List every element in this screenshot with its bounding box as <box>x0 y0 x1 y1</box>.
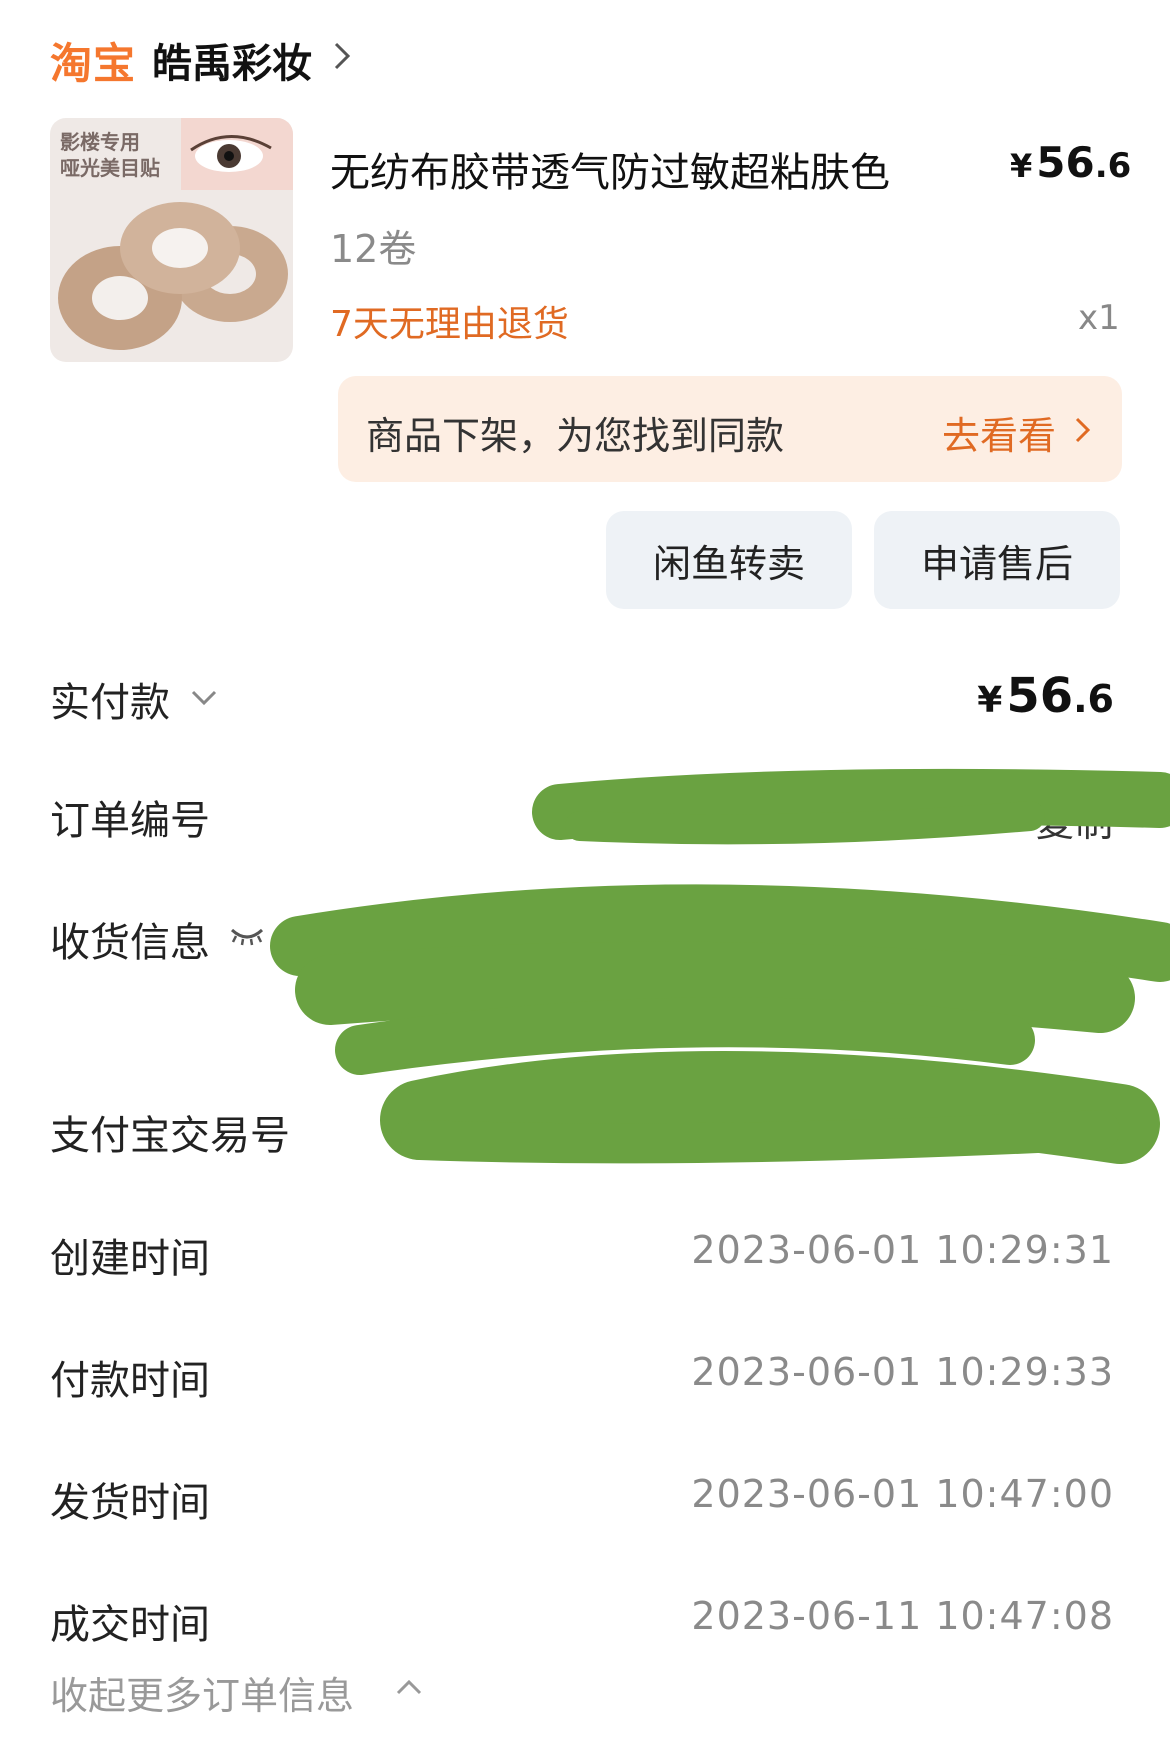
product-spec: 12卷 <box>330 227 417 271</box>
price-dec: .6 <box>1094 146 1132 186</box>
created-time-value: 2023-06-01 10:29:31 <box>691 1228 1114 1272</box>
refund-policy-badge: 7天无理由退货 <box>330 304 569 345</box>
product-price: ¥56.6 <box>1010 138 1131 187</box>
price-int: 56 <box>1036 138 1095 187</box>
notice-text: 商品下架，为您找到同款 <box>366 414 785 458</box>
tape-rolls <box>58 202 288 350</box>
chevron-down-icon[interactable] <box>188 686 220 710</box>
image-tag-line1: 影楼专用 <box>60 130 140 154</box>
deal-time-label: 成交时间 <box>50 1602 210 1648</box>
eye-closed-icon[interactable] <box>228 924 266 948</box>
after-sale-button[interactable]: 申请售后 <box>874 511 1120 609</box>
currency-symbol: ¥ <box>977 680 1003 721</box>
shipped-time-label: 发货时间 <box>50 1480 210 1526</box>
amount-dec: .6 <box>1073 677 1114 721</box>
order-number-label: 订单编号 <box>50 798 210 844</box>
payment-time-label: 付款时间 <box>50 1358 210 1404</box>
deal-time-value: 2023-06-11 10:47:08 <box>691 1594 1114 1638</box>
notice-link[interactable]: 去看看 <box>942 405 1056 460</box>
created-time-label: 创建时间 <box>50 1236 210 1282</box>
taobao-logo: 淘宝 <box>50 39 137 88</box>
chevron-right-icon[interactable] <box>1072 414 1094 446</box>
payment-time-value: 2023-06-01 10:29:33 <box>691 1350 1114 1394</box>
product-title[interactable]: 无纺布胶带透气防过敏超粘肤色 <box>330 140 890 198</box>
product-quantity: x1 <box>1078 298 1120 338</box>
shipped-time-value: 2023-06-01 10:47:00 <box>691 1472 1114 1516</box>
amount-int: 56 <box>1006 668 1074 724</box>
chevron-up-icon[interactable] <box>394 1674 424 1700</box>
paid-label[interactable]: 实付款 <box>50 670 170 728</box>
collapse-order-info-link[interactable]: 收起更多订单信息 <box>50 1665 354 1720</box>
chevron-right-icon[interactable] <box>328 38 356 74</box>
resell-button[interactable]: 闲鱼转卖 <box>606 511 852 609</box>
paid-amount: ¥56.6 <box>977 668 1114 724</box>
copy-button[interactable]: 复制 <box>1036 792 1114 847</box>
product-image[interactable]: 影楼专用 哑光美目贴 <box>50 118 293 362</box>
shipping-info-label: 收货信息 <box>50 920 210 966</box>
currency-symbol: ¥ <box>1010 147 1033 185</box>
image-tag-line2: 哑光美目贴 <box>60 156 160 180</box>
shop-name[interactable]: 皓禹彩妆 <box>152 31 312 89</box>
alipay-number-label: 支付宝交易号 <box>50 1113 290 1159</box>
